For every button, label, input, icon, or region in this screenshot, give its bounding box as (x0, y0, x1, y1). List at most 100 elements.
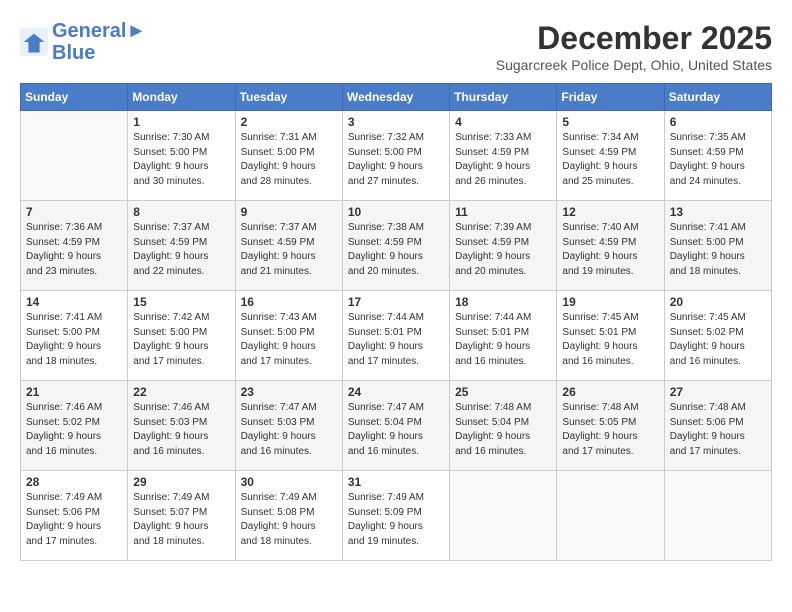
day-number: 8 (133, 205, 229, 219)
calendar-cell: 13 Sunrise: 7:41 AM Sunset: 5:00 PM Dayli… (664, 201, 771, 291)
day-info: Sunrise: 7:40 AM Sunset: 4:59 PM Dayligh… (562, 221, 658, 279)
day-info: Sunrise: 7:48 AM Sunset: 5:04 PM Dayligh… (455, 401, 551, 459)
day-info: Sunrise: 7:48 AM Sunset: 5:05 PM Dayligh… (562, 401, 658, 459)
day-number: 21 (26, 385, 122, 399)
day-number: 24 (348, 385, 444, 399)
day-info: Sunrise: 7:44 AM Sunset: 5:01 PM Dayligh… (455, 311, 551, 369)
calendar-cell: 8 Sunrise: 7:37 AM Sunset: 4:59 PM Daylig… (128, 201, 235, 291)
day-info: Sunrise: 7:49 AM Sunset: 5:08 PM Dayligh… (241, 491, 337, 549)
calendar-cell: 16Sunrise: 7:43 AM Sunset: 5:00 PM Dayli… (235, 291, 342, 381)
day-info: Sunrise: 7:37 AM Sunset: 4:59 PM Dayligh… (241, 221, 337, 279)
calendar-cell: 10Sunrise: 7:38 AM Sunset: 4:59 PM Dayli… (342, 201, 449, 291)
day-info: Sunrise: 7:43 AM Sunset: 5:00 PM Dayligh… (241, 311, 337, 369)
day-number: 30 (241, 475, 337, 489)
calendar-cell: 24 Sunrise: 7:47 AM Sunset: 5:04 PM Dayli… (342, 381, 449, 471)
calendar-cell: 30 Sunrise: 7:49 AM Sunset: 5:08 PM Dayli… (235, 471, 342, 561)
day-info: Sunrise: 7:32 AM Sunset: 5:00 PM Dayligh… (348, 131, 444, 189)
day-number: 9 (241, 205, 337, 219)
day-info: Sunrise: 7:47 AM Sunset: 5:03 PM Dayligh… (241, 401, 337, 459)
calendar-cell: 4Sunrise: 7:33 AM Sunset: 4:59 PM Daylig… (450, 111, 557, 201)
day-info: Sunrise: 7:47 AM Sunset: 5:04 PM Dayligh… (348, 401, 444, 459)
calendar-cell: 3Sunrise: 7:32 AM Sunset: 5:00 PM Daylig… (342, 111, 449, 201)
calendar-cell: 9 Sunrise: 7:37 AM Sunset: 4:59 PM Daylig… (235, 201, 342, 291)
calendar-cell: 29 Sunrise: 7:49 AM Sunset: 5:07 PM Dayli… (128, 471, 235, 561)
calendar-cell: 21 Sunrise: 7:46 AM Sunset: 5:02 PM Dayli… (21, 381, 128, 471)
weekday-header-row: SundayMondayTuesdayWednesdayThursdayFrid… (21, 84, 772, 111)
day-info: Sunrise: 7:41 AM Sunset: 5:00 PM Dayligh… (670, 221, 766, 279)
day-number: 29 (133, 475, 229, 489)
calendar-cell: 11Sunrise: 7:39 AM Sunset: 4:59 PM Dayli… (450, 201, 557, 291)
day-info: Sunrise: 7:49 AM Sunset: 5:06 PM Dayligh… (26, 491, 122, 549)
calendar-cell: 12 Sunrise: 7:40 AM Sunset: 4:59 PM Dayli… (557, 201, 664, 291)
day-info: Sunrise: 7:49 AM Sunset: 5:07 PM Dayligh… (133, 491, 229, 549)
calendar-cell: 28 Sunrise: 7:49 AM Sunset: 5:06 PM Dayli… (21, 471, 128, 561)
day-number: 31 (348, 475, 444, 489)
calendar-cell (21, 111, 128, 201)
day-info: Sunrise: 7:44 AM Sunset: 5:01 PM Dayligh… (348, 311, 444, 369)
day-info: Sunrise: 7:37 AM Sunset: 4:59 PM Dayligh… (133, 221, 229, 279)
calendar-cell: 19 Sunrise: 7:45 AM Sunset: 5:01 PM Dayli… (557, 291, 664, 381)
calendar-cell: 26 Sunrise: 7:48 AM Sunset: 5:05 PM Dayli… (557, 381, 664, 471)
day-number: 25 (455, 385, 551, 399)
day-number: 15 (133, 295, 229, 309)
calendar-week-row: 7 Sunrise: 7:36 AM Sunset: 4:59 PM Daylig… (21, 201, 772, 291)
day-info: Sunrise: 7:46 AM Sunset: 5:02 PM Dayligh… (26, 401, 122, 459)
day-info: Sunrise: 7:48 AM Sunset: 5:06 PM Dayligh… (670, 401, 766, 459)
day-number: 23 (241, 385, 337, 399)
day-number: 22 (133, 385, 229, 399)
calendar-cell: 31 Sunrise: 7:49 AM Sunset: 5:09 PM Dayli… (342, 471, 449, 561)
calendar-cell: 18 Sunrise: 7:44 AM Sunset: 5:01 PM Dayli… (450, 291, 557, 381)
weekday-header: Monday (128, 84, 235, 111)
day-number: 12 (562, 205, 658, 219)
day-number: 14 (26, 295, 122, 309)
logo-icon (20, 28, 48, 56)
day-number: 18 (455, 295, 551, 309)
title-block: December 2025 Sugarcreek Police Dept, Oh… (496, 20, 772, 73)
calendar-cell: 23 Sunrise: 7:47 AM Sunset: 5:03 PM Dayli… (235, 381, 342, 471)
day-info: Sunrise: 7:34 AM Sunset: 4:59 PM Dayligh… (562, 131, 658, 189)
weekday-header: Sunday (21, 84, 128, 111)
day-info: Sunrise: 7:42 AM Sunset: 5:00 PM Dayligh… (133, 311, 229, 369)
weekday-header: Wednesday (342, 84, 449, 111)
calendar-cell: 1Sunrise: 7:30 AM Sunset: 5:00 PM Daylig… (128, 111, 235, 201)
day-info: Sunrise: 7:38 AM Sunset: 4:59 PM Dayligh… (348, 221, 444, 279)
day-info: Sunrise: 7:31 AM Sunset: 5:00 PM Dayligh… (241, 131, 337, 189)
day-number: 13 (670, 205, 766, 219)
calendar-table: SundayMondayTuesdayWednesdayThursdayFrid… (20, 83, 772, 561)
calendar-cell: 25 Sunrise: 7:48 AM Sunset: 5:04 PM Dayli… (450, 381, 557, 471)
page-header: General► Blue December 2025 Sugarcreek P… (20, 20, 772, 73)
location-subtitle: Sugarcreek Police Dept, Ohio, United Sta… (496, 57, 772, 73)
day-info: Sunrise: 7:39 AM Sunset: 4:59 PM Dayligh… (455, 221, 551, 279)
calendar-week-row: 1Sunrise: 7:30 AM Sunset: 5:00 PM Daylig… (21, 111, 772, 201)
calendar-cell (450, 471, 557, 561)
day-number: 19 (562, 295, 658, 309)
day-number: 27 (670, 385, 766, 399)
day-info: Sunrise: 7:49 AM Sunset: 5:09 PM Dayligh… (348, 491, 444, 549)
day-info: Sunrise: 7:41 AM Sunset: 5:00 PM Dayligh… (26, 311, 122, 369)
day-number: 17 (348, 295, 444, 309)
weekday-header: Friday (557, 84, 664, 111)
calendar-cell: 14 Sunrise: 7:41 AM Sunset: 5:00 PM Dayli… (21, 291, 128, 381)
day-info: Sunrise: 7:35 AM Sunset: 4:59 PM Dayligh… (670, 131, 766, 189)
day-number: 7 (26, 205, 122, 219)
month-title: December 2025 (496, 20, 772, 57)
calendar-cell (557, 471, 664, 561)
day-info: Sunrise: 7:46 AM Sunset: 5:03 PM Dayligh… (133, 401, 229, 459)
day-info: Sunrise: 7:33 AM Sunset: 4:59 PM Dayligh… (455, 131, 551, 189)
day-info: Sunrise: 7:30 AM Sunset: 5:00 PM Dayligh… (133, 131, 229, 189)
calendar-cell: 27 Sunrise: 7:48 AM Sunset: 5:06 PM Dayli… (664, 381, 771, 471)
day-number: 20 (670, 295, 766, 309)
logo: General► Blue (20, 20, 146, 64)
weekday-header: Tuesday (235, 84, 342, 111)
day-number: 5 (562, 115, 658, 129)
calendar-cell: 2 Sunrise: 7:31 AM Sunset: 5:00 PM Daylig… (235, 111, 342, 201)
calendar-cell: 15 Sunrise: 7:42 AM Sunset: 5:00 PM Dayli… (128, 291, 235, 381)
day-info: Sunrise: 7:45 AM Sunset: 5:01 PM Dayligh… (562, 311, 658, 369)
day-number: 28 (26, 475, 122, 489)
day-number: 2 (241, 115, 337, 129)
day-info: Sunrise: 7:45 AM Sunset: 5:02 PM Dayligh… (670, 311, 766, 369)
calendar-cell: 7 Sunrise: 7:36 AM Sunset: 4:59 PM Daylig… (21, 201, 128, 291)
day-number: 6 (670, 115, 766, 129)
day-info: Sunrise: 7:36 AM Sunset: 4:59 PM Dayligh… (26, 221, 122, 279)
day-number: 26 (562, 385, 658, 399)
